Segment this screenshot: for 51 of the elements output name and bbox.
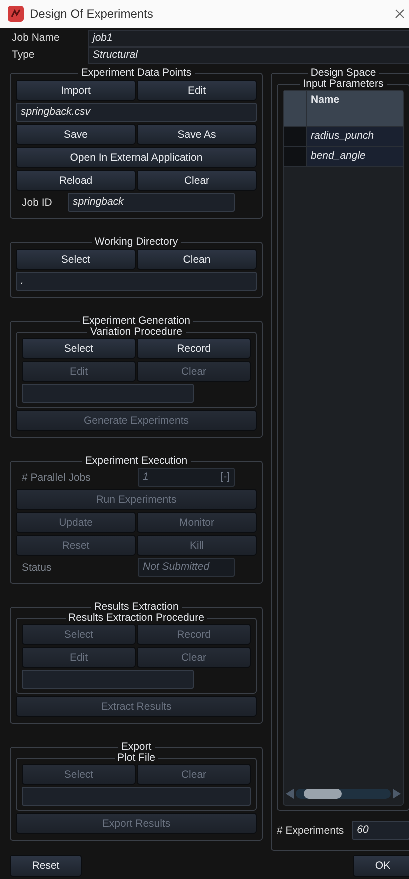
group-title: Experiment Execution: [84, 455, 189, 467]
field-label: Type: [12, 49, 36, 61]
text-field[interactable]: [22, 787, 251, 806]
group-title: Plot File: [116, 752, 156, 764]
text-field[interactable]: springback.csv: [16, 103, 257, 122]
button[interactable]: Record: [137, 338, 251, 359]
field-label: # Parallel Jobs: [22, 472, 92, 484]
scroll-thumb[interactable]: [304, 789, 342, 799]
text-field[interactable]: springback: [68, 193, 235, 212]
group-title: Variation Procedure: [90, 326, 184, 338]
button[interactable]: Clear: [137, 170, 257, 191]
field-value: springback: [73, 195, 124, 210]
field-label: Status: [22, 562, 53, 574]
text-field[interactable]: [22, 670, 194, 689]
text-field[interactable]: [22, 384, 194, 403]
button[interactable]: Select: [16, 249, 136, 270]
text-field[interactable]: job1: [88, 30, 409, 46]
group-title: Experiment Generation: [82, 315, 192, 327]
window-title: Design Of Experiments: [30, 7, 154, 21]
field-label: Job Name: [12, 32, 61, 44]
scroll-right-icon[interactable]: [393, 789, 401, 799]
field-label: # Experiments: [277, 824, 344, 836]
text-field[interactable]: Structural: [88, 46, 409, 64]
field-value: Not Submitted: [143, 560, 210, 575]
text-field[interactable]: 60: [352, 821, 409, 840]
button[interactable]: Select: [22, 338, 136, 359]
button[interactable]: Save: [16, 124, 136, 145]
field-label: Job ID: [22, 196, 54, 208]
button[interactable]: Clean: [137, 249, 257, 270]
table-cell: bend_angle: [307, 147, 403, 166]
button[interactable]: Open In External Application: [16, 147, 257, 168]
horizontal-scrollbar[interactable]: [284, 787, 403, 801]
group-title: Experiment Data Points: [80, 67, 193, 79]
group-title: Results Extraction Procedure: [68, 612, 206, 624]
button[interactable]: Reset: [10, 855, 82, 877]
group-title: Design Space: [310, 67, 378, 79]
table-cell: radius_punch: [307, 127, 403, 146]
group-title: Results Extraction: [93, 601, 180, 613]
scroll-left-icon[interactable]: [286, 789, 294, 799]
close-icon[interactable]: [395, 9, 405, 19]
field-value: 1: [143, 470, 149, 485]
button[interactable]: OK: [353, 855, 409, 877]
group-title: Input Parameters: [302, 78, 385, 90]
button[interactable]: Save As: [137, 124, 257, 145]
text-field[interactable]: .: [16, 272, 257, 291]
group-title: Working Directory: [94, 236, 180, 248]
button[interactable]: Reload: [16, 170, 136, 191]
button[interactable]: Import: [16, 80, 136, 101]
app-icon: [8, 6, 24, 22]
button[interactable]: Edit: [137, 80, 257, 101]
group-title: Export: [120, 741, 153, 753]
